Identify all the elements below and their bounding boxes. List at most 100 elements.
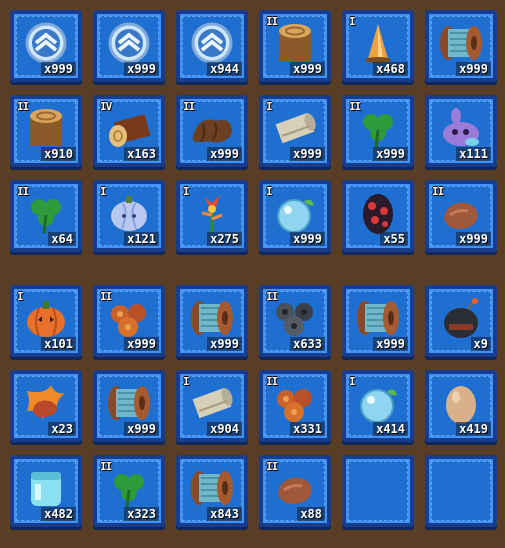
item-quantity: x419	[456, 422, 491, 436]
clover-icon	[21, 191, 71, 235]
inventory-slot[interactable]: II x999	[93, 285, 165, 357]
item-quantity: x414	[373, 422, 408, 436]
purple-critter-icon	[436, 106, 486, 150]
crystal-shard-icon	[353, 21, 403, 65]
tier-label: II	[17, 100, 29, 113]
log-icon	[104, 106, 154, 150]
inventory-slot[interactable]: x999	[176, 285, 248, 357]
frost-pumpkin-icon	[104, 191, 154, 235]
inventory-slot[interactable]: Ix468	[342, 10, 414, 82]
thread-spool-icon	[104, 381, 154, 425]
inventory-panel: x999 x999 x944 II x999 Ix468 x999 II x910 IV x163 I…	[0, 0, 505, 548]
item-quantity: x910	[41, 147, 76, 161]
tier-label: I	[349, 375, 356, 388]
inventory-slot[interactable]: Ix999	[259, 180, 331, 252]
item-quantity: x999	[290, 232, 325, 246]
inventory-slot[interactable]: x23	[10, 370, 82, 442]
item-quantity: x323	[124, 507, 159, 521]
item-quantity: x64	[48, 232, 76, 246]
inventory-slot[interactable]: x999	[10, 10, 82, 82]
inventory-slot[interactable]: II x910	[10, 95, 82, 167]
item-quantity: x944	[207, 62, 242, 76]
inventory-slot[interactable]: II x88	[259, 455, 331, 527]
item-quantity: x121	[124, 232, 159, 246]
tier-label: IV	[100, 100, 112, 113]
inventory-slot[interactable]: IV x163	[93, 95, 165, 167]
inventory-slot[interactable]: x843	[176, 455, 248, 527]
item-quantity: x275	[207, 232, 242, 246]
inventory-slot[interactable]: x999	[425, 10, 497, 82]
tier-label: I	[17, 290, 24, 303]
tier-label: II	[349, 100, 361, 113]
tier-label: I	[100, 185, 107, 198]
inventory-slot[interactable]: x55	[342, 180, 414, 252]
item-quantity: x23	[48, 422, 76, 436]
inventory-slot[interactable]: x111	[425, 95, 497, 167]
inventory-slot[interactable]: x999	[342, 285, 414, 357]
inventory-slot[interactable]: II x64	[10, 180, 82, 252]
tier-label: II	[266, 375, 278, 388]
item-quantity: x999	[290, 147, 325, 161]
inventory-slot[interactable]: II x323	[93, 455, 165, 527]
item-quantity: x999	[124, 62, 159, 76]
tier-label: II	[100, 460, 112, 473]
meat-chunk-icon	[270, 466, 320, 510]
inventory-slot[interactable]: II x999	[176, 95, 248, 167]
inventory-slot-empty[interactable]	[342, 455, 414, 527]
inventory-slot[interactable]: Ix121	[93, 180, 165, 252]
tier-label: II	[100, 290, 112, 303]
inventory-slot[interactable]: Ix904	[176, 370, 248, 442]
tier-label: II	[17, 185, 29, 198]
inventory-slot[interactable]: x419	[425, 370, 497, 442]
tier-label: I	[183, 185, 190, 198]
dark-ore-icon	[270, 296, 320, 340]
item-quantity: x999	[124, 422, 159, 436]
ore-cluster-icon	[270, 381, 320, 425]
item-quantity: x111	[456, 147, 491, 161]
dragon-egg-icon	[353, 191, 403, 235]
item-quantity: x633	[290, 337, 325, 351]
pumpkin-icon	[21, 296, 71, 340]
inventory-slot[interactable]: II x331	[259, 370, 331, 442]
egg-icon	[436, 381, 486, 425]
inventory-slot[interactable]: x999	[93, 370, 165, 442]
cloth-roll-icon	[187, 381, 237, 425]
tier-label: II	[266, 15, 278, 28]
flame-meat-icon	[21, 381, 71, 425]
rank-badge-icon	[104, 21, 154, 65]
item-quantity: x999	[456, 62, 491, 76]
water-orb-icon	[353, 381, 403, 425]
inventory-slot[interactable]: Ix101	[10, 285, 82, 357]
inventory-slot[interactable]: x944	[176, 10, 248, 82]
tier-label: I	[266, 100, 273, 113]
tier-label: II	[183, 100, 195, 113]
item-quantity: x468	[373, 62, 408, 76]
inventory-slot[interactable]: II x633	[259, 285, 331, 357]
item-quantity: x88	[297, 507, 325, 521]
item-quantity: x101	[41, 337, 76, 351]
item-quantity: x843	[207, 507, 242, 521]
item-quantity: x163	[124, 147, 159, 161]
tier-label: II	[266, 290, 278, 303]
inventory-slot-empty[interactable]	[425, 455, 497, 527]
inventory-slot[interactable]: Ix999	[259, 95, 331, 167]
tree-stump-icon	[21, 106, 71, 150]
item-quantity: x331	[290, 422, 325, 436]
item-quantity: x999	[373, 147, 408, 161]
inventory-slot[interactable]: x999	[93, 10, 165, 82]
inventory-slot[interactable]: x482	[10, 455, 82, 527]
inventory-slot[interactable]: x9	[425, 285, 497, 357]
item-quantity: x999	[124, 337, 159, 351]
tier-label: II	[432, 185, 444, 198]
inventory-slot[interactable]: Ix275	[176, 180, 248, 252]
item-quantity: x9	[470, 337, 491, 351]
inventory-slot[interactable]: II x999	[259, 10, 331, 82]
inventory-slot[interactable]: Ix414	[342, 370, 414, 442]
thread-spool-icon	[187, 296, 237, 340]
clover-icon	[104, 466, 154, 510]
inventory-slot[interactable]: II x999	[425, 180, 497, 252]
tier-label: I	[183, 375, 190, 388]
item-quantity: x999	[456, 232, 491, 246]
inventory-slot[interactable]: II x999	[342, 95, 414, 167]
item-quantity: x55	[380, 232, 408, 246]
